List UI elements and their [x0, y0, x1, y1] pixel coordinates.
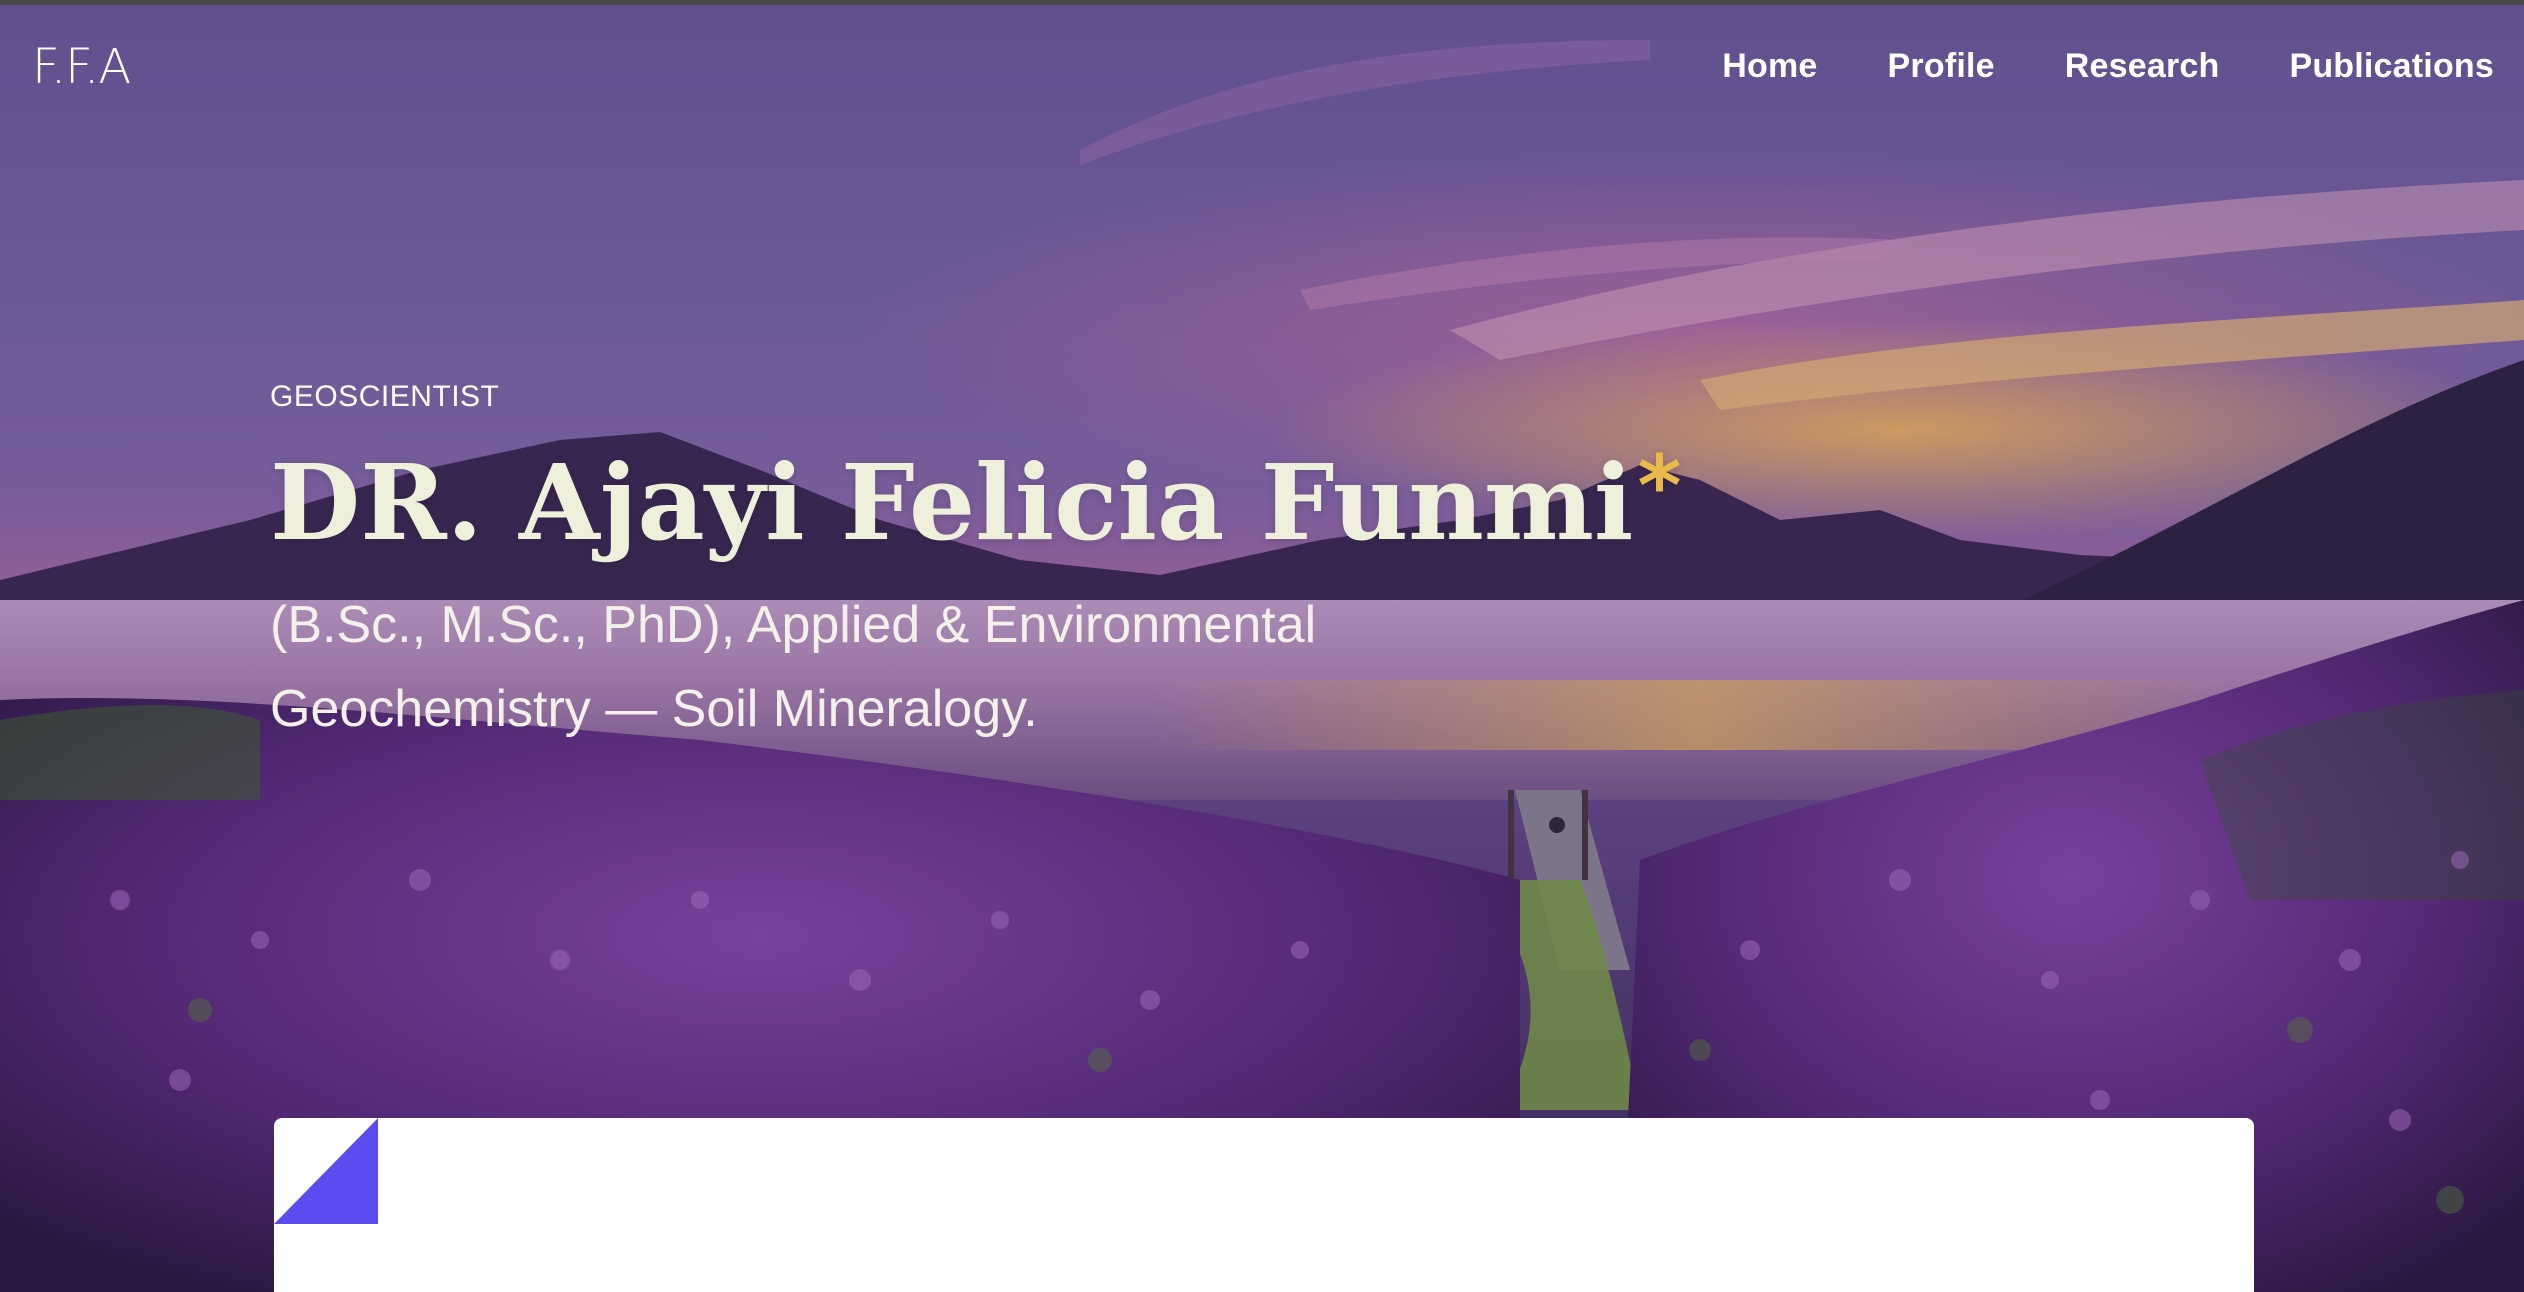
- nav-item-publications[interactable]: Publications: [2289, 47, 2494, 86]
- nav-menu: Home Profile Research Publications: [1722, 47, 2494, 86]
- content-card: [274, 1118, 2254, 1292]
- navbar: F.F.A Home Profile Research Publications: [0, 5, 2524, 131]
- nav-item-research[interactable]: Research: [2065, 47, 2220, 86]
- nav-item-profile[interactable]: Profile: [1888, 47, 1995, 86]
- folded-corner-icon: [274, 1118, 378, 1224]
- hero-title: DR. Ajayi Felicia Funmi*: [270, 442, 1681, 557]
- hero-name: DR. Ajayi Felicia Funmi: [270, 441, 1634, 564]
- nav-item-home[interactable]: Home: [1722, 47, 1817, 86]
- brand-logo[interactable]: F.F.A: [32, 39, 131, 95]
- hero-eyebrow: GEOSCIENTIST: [270, 380, 500, 413]
- page: F.F.A Home Profile Research Publications…: [0, 0, 2524, 1292]
- hero-subtitle: (B.Sc., M.Sc., PhD), Applied & Environme…: [270, 596, 1317, 739]
- hero-title-asterisk: *: [1637, 437, 1682, 535]
- hero-section: GEOSCIENTIST DR. Ajayi Felicia Funmi* (B…: [270, 380, 1681, 751]
